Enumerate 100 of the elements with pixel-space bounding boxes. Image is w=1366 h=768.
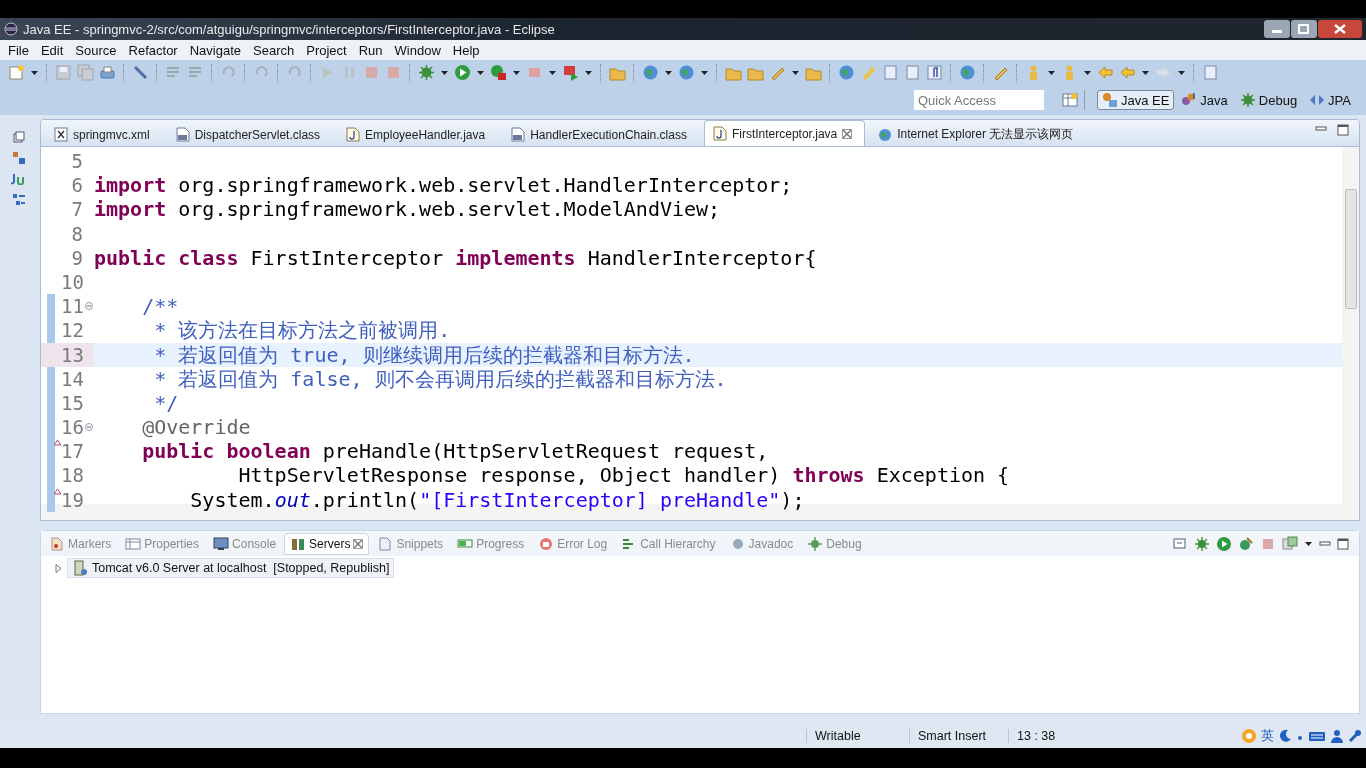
user-icon[interactable] bbox=[1330, 729, 1344, 743]
bug-icon[interactable] bbox=[418, 64, 435, 81]
caret-icon[interactable] bbox=[512, 68, 521, 77]
editor-tab[interactable]: Internet Explorer 无法显示该网页 bbox=[869, 122, 1087, 146]
code-line: * 若返回值为 false, 则不会再调用后续的拦截器和目标方法. bbox=[153, 366, 728, 391]
document-icon[interactable] bbox=[1202, 64, 1219, 81]
caret-icon[interactable] bbox=[548, 68, 557, 77]
globe-icon[interactable] bbox=[959, 64, 976, 81]
moon-icon[interactable] bbox=[1278, 729, 1292, 743]
bug-icon bbox=[807, 535, 824, 552]
arrows-icon bbox=[1309, 92, 1326, 108]
document-icon[interactable] bbox=[882, 64, 899, 81]
input-mode-label[interactable]: 英 bbox=[1261, 727, 1274, 745]
back-arrow-icon[interactable] bbox=[1097, 64, 1114, 81]
menu-item[interactable]: Run bbox=[352, 42, 389, 58]
caret-icon[interactable] bbox=[584, 68, 593, 77]
caret-icon[interactable] bbox=[664, 68, 673, 77]
flag-icon[interactable] bbox=[562, 64, 579, 81]
view-tab[interactable]: Servers bbox=[284, 532, 370, 555]
close-icon[interactable] bbox=[353, 538, 364, 549]
editor-tab[interactable]: DispatcherServlet.class bbox=[166, 122, 334, 146]
hierarchy-icon[interactable] bbox=[12, 151, 26, 165]
java-perspective-icon bbox=[1181, 92, 1198, 108]
menu-item[interactable]: Edit bbox=[34, 42, 70, 58]
menu-item[interactable]: Project bbox=[300, 42, 353, 58]
perspective-button[interactable]: Java bbox=[1176, 90, 1233, 110]
run-external-icon[interactable] bbox=[490, 64, 507, 81]
table-icon bbox=[125, 535, 142, 552]
minimize-icon[interactable] bbox=[1319, 538, 1331, 549]
maximize-icon[interactable] bbox=[1337, 537, 1349, 550]
error-log-icon bbox=[538, 535, 555, 552]
line-number: 17 bbox=[61, 439, 83, 464]
collapse-all-icon[interactable] bbox=[1172, 535, 1188, 552]
save-icon[interactable] bbox=[55, 64, 72, 81]
menu-item[interactable]: Window bbox=[388, 42, 447, 58]
globe-icon[interactable] bbox=[678, 64, 695, 81]
code-line: public class FirstInterceptor implements HandlerInterceptor{ bbox=[94, 245, 818, 270]
globe-icon[interactable] bbox=[642, 64, 659, 81]
bug-icon[interactable] bbox=[1194, 535, 1210, 552]
expand-arrow-icon[interactable] bbox=[55, 563, 63, 573]
profile-icon[interactable] bbox=[1238, 535, 1254, 552]
line-number: 12 bbox=[61, 318, 83, 343]
perspective-button[interactable]: JPA bbox=[1304, 90, 1356, 110]
editor-tab[interactable]: FirstInterceptor.java bbox=[703, 120, 866, 146]
code-line: import org.springframework.web.servlet.ModelAndView; bbox=[94, 197, 722, 222]
menu-item[interactable]: Help bbox=[446, 42, 486, 58]
wrench-icon[interactable] bbox=[1348, 729, 1362, 743]
back-arrow-icon[interactable] bbox=[1119, 64, 1136, 81]
java-file-icon bbox=[346, 127, 361, 142]
minimize-icon[interactable] bbox=[1264, 20, 1290, 38]
caret-icon[interactable] bbox=[476, 68, 485, 77]
server-icon bbox=[72, 560, 88, 576]
globe-icon[interactable] bbox=[838, 64, 855, 81]
caret-icon[interactable] bbox=[440, 68, 449, 77]
menu-item[interactable]: Refactor bbox=[122, 42, 184, 58]
code-line: import org.springframework.web.servlet.HandlerInterceptor; bbox=[94, 173, 794, 198]
perspective-button[interactable]: Debug bbox=[1234, 90, 1303, 110]
menu-item[interactable]: Search bbox=[247, 42, 301, 58]
close-icon[interactable] bbox=[1318, 20, 1362, 38]
perspective-button[interactable]: Java EE bbox=[1096, 90, 1175, 110]
line-number: 13 bbox=[61, 342, 83, 367]
caret-icon[interactable] bbox=[1177, 68, 1186, 77]
junit-icon[interactable] bbox=[11, 173, 27, 185]
outline-icon[interactable] bbox=[12, 193, 26, 207]
print-icon[interactable] bbox=[99, 64, 116, 81]
menu-item[interactable]: Navigate bbox=[183, 42, 247, 58]
menu-item[interactable]: Source bbox=[69, 42, 123, 58]
new-file-icon[interactable] bbox=[8, 64, 25, 81]
caret-icon[interactable] bbox=[1047, 68, 1056, 77]
ime-logo-icon[interactable] bbox=[1241, 728, 1257, 744]
document-icon[interactable] bbox=[904, 64, 921, 81]
close-icon[interactable] bbox=[842, 128, 853, 139]
collapse-icon[interactable] bbox=[84, 302, 93, 311]
maximize-icon[interactable] bbox=[1337, 124, 1349, 136]
editor-tab[interactable]: EmployeeHandler.java bbox=[337, 122, 499, 146]
caret-icon[interactable] bbox=[30, 68, 39, 77]
publish-icon[interactable] bbox=[1282, 535, 1298, 552]
restore-icon[interactable] bbox=[1291, 20, 1317, 38]
collapse-icon[interactable] bbox=[84, 423, 93, 432]
cursor-position: 13 : 38 bbox=[1017, 729, 1056, 743]
editor-tab[interactable]: springmvc.xml bbox=[45, 122, 163, 146]
editor-tab[interactable]: HandlerExecutionChain.class bbox=[502, 122, 700, 146]
bug-icon bbox=[1239, 92, 1256, 108]
minimize-icon[interactable] bbox=[1315, 124, 1327, 134]
caret-icon[interactable] bbox=[1141, 68, 1150, 77]
caret-icon[interactable] bbox=[1304, 539, 1313, 548]
quick-access-field[interactable]: Quick Access bbox=[913, 90, 1044, 110]
paragraph-icon[interactable] bbox=[926, 64, 943, 81]
run-icon[interactable] bbox=[454, 64, 471, 81]
caret-icon[interactable] bbox=[700, 68, 709, 77]
vertical-scrollbar[interactable] bbox=[1342, 147, 1359, 504]
run-icon[interactable] bbox=[1216, 535, 1232, 552]
open-perspective-icon[interactable] bbox=[1061, 92, 1078, 108]
caret-icon[interactable] bbox=[791, 68, 800, 77]
menu-item[interactable]: File bbox=[2, 42, 35, 58]
keyboard-icon[interactable] bbox=[1308, 729, 1326, 743]
code-line: * 该方法在目标方法之前被调用. bbox=[153, 318, 452, 343]
restore-icon[interactable] bbox=[13, 131, 25, 143]
caret-icon[interactable] bbox=[1083, 68, 1092, 77]
server-item[interactable]: Tomcat v6.0 Server at localhost [Stopped, Republish] bbox=[67, 558, 395, 578]
